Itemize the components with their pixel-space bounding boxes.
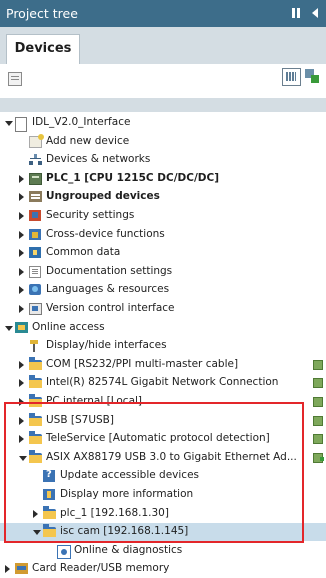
- connection-status-icon: [313, 359, 324, 370]
- collapse-arrow-icon[interactable]: [5, 325, 13, 331]
- tree-item[interactable]: Common data: [0, 244, 326, 262]
- tree-item-label: Add new device: [46, 134, 130, 147]
- tree-item[interactable]: Security settings: [0, 207, 326, 225]
- expand-arrow-icon[interactable]: [19, 193, 24, 202]
- tree-item[interactable]: Version control interface: [0, 300, 326, 318]
- tree-item-label: Intel(R) 82574L Gigabit Network Connecti…: [46, 376, 279, 389]
- add-device-icon: [29, 133, 44, 148]
- highlight-frame: [4, 402, 304, 543]
- online-access-icon: [15, 321, 28, 333]
- tree-item-label: Card Reader/USB memory: [32, 562, 170, 575]
- tree-item-label: COM [RS232/PPI multi-master cable]: [46, 357, 239, 370]
- assign-icon[interactable]: [305, 69, 319, 83]
- tree-item[interactable]: Documentation settings: [0, 263, 326, 281]
- connection-status-icon: [313, 452, 324, 463]
- network-icon: [29, 154, 42, 166]
- expand-arrow-icon[interactable]: [19, 360, 24, 369]
- collapse-arrow-icon[interactable]: [5, 121, 13, 126]
- expand-arrow-icon[interactable]: [19, 286, 24, 295]
- documentation-icon: [29, 265, 41, 278]
- pin-icon[interactable]: [292, 8, 302, 18]
- tree-item[interactable]: Ungrouped devices: [0, 188, 326, 206]
- expand-arrow-icon[interactable]: [19, 305, 24, 313]
- expand-arrow-icon[interactable]: [19, 212, 24, 220]
- folder-icon: [29, 375, 42, 389]
- tree-item-label: Languages & resources: [46, 283, 170, 296]
- expand-arrow-icon[interactable]: [19, 249, 24, 258]
- toolbar-list-icon[interactable]: [8, 72, 22, 86]
- plug-icon: [29, 340, 39, 353]
- tree-item[interactable]: Intel(R) 82574L Gigabit Network Connecti…: [0, 374, 326, 392]
- tree-item-label: Display/hide interfaces: [46, 339, 167, 352]
- common-data-icon: [29, 247, 41, 259]
- tree-item-label: Security settings: [46, 209, 135, 221]
- panel-title: Project tree: [6, 6, 78, 21]
- tree-item-label: IDL_V2.0_Interface: [32, 116, 131, 128]
- tree-item-label: Devices & networks: [46, 153, 151, 166]
- connection-status-icon: [313, 433, 324, 445]
- expand-arrow-icon[interactable]: [19, 230, 24, 239]
- project-file-icon: [15, 117, 27, 132]
- card-reader-icon: [15, 563, 28, 575]
- diagnostics-icon: [57, 544, 71, 559]
- overview-icon[interactable]: [282, 68, 301, 86]
- tree-item-label: PLC_1 [CPU 1215C DC/DC/DC]: [46, 171, 220, 184]
- expand-arrow-icon[interactable]: [19, 267, 24, 276]
- tab-strip: Devices: [0, 27, 326, 65]
- connection-status-icon: [313, 377, 324, 389]
- tree-item[interactable]: COM [RS232/PPI multi-master cable]: [0, 356, 326, 374]
- languages-icon: [29, 284, 41, 296]
- tree-item[interactable]: Cross-device functions: [0, 226, 326, 244]
- tree-item[interactable]: Devices & networks: [0, 151, 326, 169]
- cross-device-icon: [29, 228, 41, 240]
- expand-arrow-icon[interactable]: [19, 379, 24, 388]
- tree-item[interactable]: Add new device: [0, 133, 326, 151]
- tree-item[interactable]: Online & diagnostics: [0, 542, 326, 560]
- security-icon: [29, 210, 41, 221]
- tree-item-label: Online & diagnostics: [74, 543, 183, 556]
- connection-status-icon: [313, 396, 324, 407]
- collapse-left-icon[interactable]: [312, 8, 318, 18]
- plc-icon: [29, 172, 42, 185]
- tree-item-label: Common data: [46, 246, 121, 259]
- connection-status-icon: [313, 415, 324, 426]
- tree-item[interactable]: Card Reader/USB memory: [0, 560, 326, 578]
- tree-toolbar: [0, 64, 326, 94]
- tree-item-label: Cross-device functions: [46, 227, 165, 240]
- tree-item-label: Ungrouped devices: [46, 190, 160, 203]
- tab-devices[interactable]: Devices: [6, 34, 80, 65]
- tree-header-band: [0, 98, 326, 112]
- expand-arrow-icon[interactable]: [5, 565, 10, 574]
- folder-icon: [29, 356, 42, 370]
- tree-item[interactable]: PLC_1 [CPU 1215C DC/DC/DC]: [0, 170, 326, 188]
- tree-item-label: Version control interface: [46, 302, 175, 314]
- tree-item-label: Documentation settings: [46, 264, 173, 277]
- expand-arrow-icon[interactable]: [19, 174, 24, 183]
- tree-item[interactable]: Languages & resources: [0, 281, 326, 299]
- ungrouped-devices-icon: [29, 191, 42, 203]
- version-control-icon: [29, 303, 42, 315]
- tree-item[interactable]: Display/hide interfaces: [0, 337, 326, 355]
- tree-item[interactable]: Online access: [0, 319, 326, 337]
- tree-item-label: Online access: [32, 320, 105, 333]
- tree-item[interactable]: IDL_V2.0_Interface: [0, 114, 326, 132]
- project-tree-titlebar: Project tree: [0, 0, 326, 27]
